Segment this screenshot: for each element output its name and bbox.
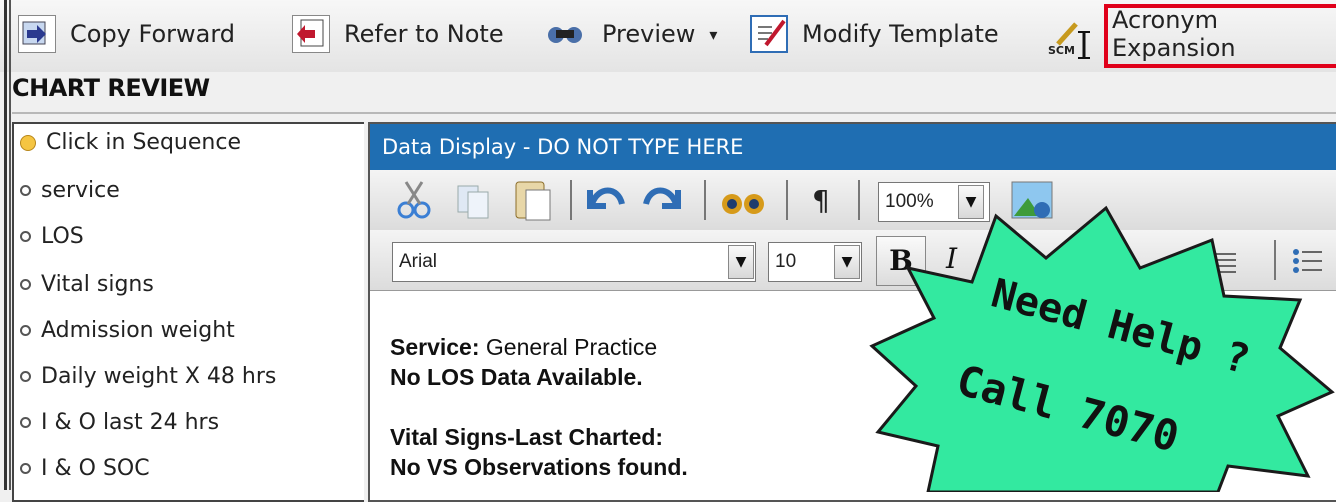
chart-item-los[interactable]: LOS (20, 224, 84, 249)
need-help-burst: Need Help ? Call 7070 (868, 196, 1336, 494)
copy-forward-label: Copy Forward (70, 20, 236, 48)
chart-item-io-24hrs[interactable]: I & O last 24 hrs (20, 410, 219, 435)
font-size-value: 10 (775, 251, 797, 272)
chart-item-daily-weight[interactable]: Daily weight X 48 hrs (20, 364, 276, 389)
copy-forward-icon (18, 15, 56, 53)
modify-template-button[interactable]: Modify Template (750, 6, 999, 62)
note-service-line: Service: General Practice (390, 334, 657, 361)
list-item-label: Click in Sequence (46, 130, 241, 155)
radio-button[interactable] (20, 325, 31, 336)
radio-button[interactable] (20, 279, 31, 290)
note-los-line: No LOS Data Available. (390, 364, 643, 390)
toolbar-separator (786, 180, 788, 220)
chart-review-divider (12, 112, 1336, 114)
acronym-expansion-label: Acronym Expansion (1112, 6, 1236, 62)
preview-button[interactable]: Preview ▾ (544, 6, 717, 62)
chart-item-service[interactable]: service (20, 178, 120, 203)
refer-to-note-label: Refer to Note (344, 20, 504, 48)
note-vital-signs-header: Vital Signs-Last Charted: (390, 424, 664, 450)
radio-button[interactable] (20, 463, 31, 474)
toolbar-separator (570, 180, 572, 220)
find-binoculars-icon[interactable] (716, 180, 770, 222)
preview-label: Preview (602, 20, 696, 48)
toolbar-separator (858, 180, 860, 220)
list-item-label: I & O SOC (41, 456, 150, 481)
chart-review-title: CHART REVIEW (12, 74, 210, 102)
copy-icon[interactable] (454, 180, 494, 222)
copy-forward-button[interactable]: Copy Forward (18, 6, 235, 62)
radio-button[interactable] (20, 231, 31, 242)
font-name-select[interactable]: Arial (392, 242, 756, 282)
window-border-inner (9, 0, 11, 490)
preview-binoculars-icon (548, 27, 582, 43)
acronym-expansion-button[interactable]: Acronym Expansion (1112, 6, 1336, 62)
chart-item-vital-signs[interactable]: Vital signs (20, 272, 154, 297)
modify-template-label: Modify Template (802, 20, 999, 48)
radio-button[interactable] (20, 417, 31, 428)
undo-icon[interactable] (580, 176, 630, 224)
click-in-sequence-hint: Click in Sequence (20, 130, 241, 155)
list-item-label: Admission weight (41, 318, 235, 343)
info-icon (20, 134, 36, 151)
font-size-dropdown-button[interactable]: ▼ (834, 245, 860, 279)
service-value: General Practice (485, 334, 658, 360)
refer-to-note-button[interactable]: Refer to Note (292, 6, 504, 62)
font-name-value: Arial (399, 251, 438, 272)
toolbar-separator (704, 180, 706, 220)
preview-dropdown-caret[interactable]: ▾ (709, 25, 717, 44)
list-item-label: service (41, 178, 120, 203)
list-item-label: Vital signs (41, 272, 154, 297)
window-border-left (4, 0, 7, 490)
modify-template-icon (750, 15, 788, 53)
font-name-dropdown-button[interactable]: ▼ (728, 245, 754, 279)
service-label: Service: (390, 334, 480, 360)
chart-item-admission-weight[interactable]: Admission weight (20, 318, 235, 343)
scm-icon-text: SCM (1048, 44, 1075, 57)
pilcrow-icon[interactable]: ¶ (812, 184, 830, 217)
chart-item-io-soc[interactable]: I & O SOC (20, 456, 150, 481)
radio-button[interactable] (20, 185, 31, 196)
paste-icon[interactable] (512, 176, 556, 224)
scm-acronym-icon[interactable]: SCM (1044, 18, 1102, 62)
list-item-label: I & O last 24 hrs (41, 410, 220, 435)
redo-icon[interactable] (638, 176, 688, 224)
list-item-label: Daily weight X 48 hrs (41, 364, 277, 389)
radio-button[interactable] (20, 371, 31, 382)
list-item-label: LOS (41, 224, 84, 249)
refer-to-note-icon (292, 15, 330, 53)
data-display-title: Data Display - DO NOT TYPE HERE (370, 124, 1336, 170)
cut-icon[interactable] (392, 178, 438, 222)
note-vs-none-line: No VS Observations found. (390, 454, 688, 480)
